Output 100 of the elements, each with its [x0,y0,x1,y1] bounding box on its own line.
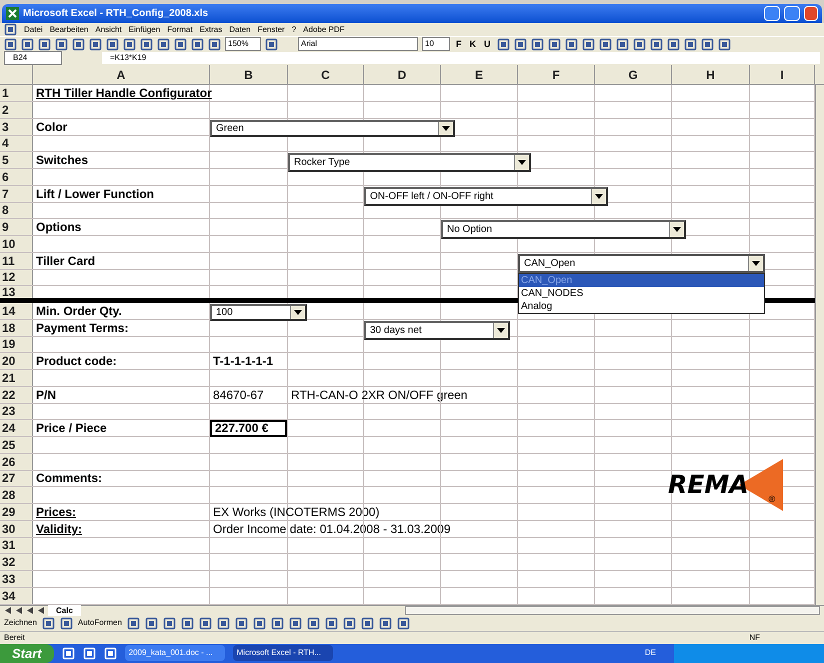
toolbar-icon[interactable] [4,38,17,51]
dropdown-arrow-button[interactable] [748,256,763,271]
toolbar-icon[interactable] [564,38,578,51]
column-header[interactable]: A [33,65,210,84]
quick-launch-icon[interactable] [62,646,75,660]
drawing-tool-icon[interactable] [198,616,212,630]
row-header[interactable]: 25 [0,437,33,453]
menu-item[interactable]: Daten [229,24,251,36]
menu-item[interactable]: Fenster [258,24,285,36]
toolbar-icon[interactable] [632,38,646,51]
menu-item[interactable]: Datei [24,24,43,36]
menu-item[interactable]: ? [292,24,296,36]
help-icon[interactable] [265,38,278,51]
menu-item[interactable]: Einfügen [128,24,160,36]
row-header[interactable]: 23 [0,404,33,420]
column-header[interactable]: H [672,65,750,84]
row-header[interactable]: 26 [0,454,33,470]
row-header[interactable]: 18 [0,320,33,336]
rotate-icon[interactable] [60,616,73,630]
row-header[interactable]: 32 [0,554,33,570]
row-header[interactable]: 4 [0,136,33,152]
drawing-tool-icon[interactable] [378,616,392,630]
draw-menu-button[interactable]: Zeichnen [4,617,37,630]
toolbar-icon[interactable] [684,38,696,51]
drawing-tool-icon[interactable] [162,616,176,630]
dropdown-option[interactable]: CAN_NODES [519,286,764,300]
drawing-tool-icon[interactable] [180,616,194,630]
start-button[interactable]: Start [0,644,54,663]
taskbar-button[interactable]: 2009_kata_001.doc - ... [124,645,225,662]
dropdown-arrow-button[interactable] [290,306,305,320]
dropdown[interactable]: Green [210,120,455,137]
drawing-tool-icon[interactable] [216,616,230,630]
row-header[interactable]: 3 [0,118,33,135]
toolbar-icon[interactable] [598,38,612,51]
toolbar-icon[interactable] [191,38,204,51]
toolbar-icon[interactable] [123,38,136,51]
row-header[interactable]: 12 [0,270,33,286]
row-header[interactable]: 14 [0,303,33,319]
row-header[interactable]: 20 [0,353,33,370]
row-header[interactable]: 24 [0,420,33,436]
toolbar-icon[interactable] [700,38,714,51]
row-header[interactable]: 21 [0,370,33,386]
drawing-tool-icon[interactable] [306,616,320,630]
row-header[interactable]: 13 [0,286,33,298]
font-size-field[interactable]: 10 [422,37,450,52]
drawing-tool-icon[interactable] [234,616,248,630]
toolbar-icon[interactable] [157,38,170,51]
drawing-tool-icon[interactable] [288,616,302,630]
quick-launch-icon[interactable] [104,646,117,660]
row-header[interactable]: 6 [0,169,33,185]
autoshapes-button[interactable]: AutoFormen [78,617,122,630]
dropdown[interactable]: Rocker Type [288,153,531,172]
row-header[interactable]: 1 [0,85,33,102]
toolbar-icon[interactable] [582,38,594,51]
column-header[interactable]: I [750,65,815,84]
toolbar-icon[interactable] [72,38,85,51]
menu-item[interactable]: Format [167,24,193,36]
dropdown[interactable]: 30 days net [364,320,510,340]
formula-field[interactable]: =K13*K19 [102,52,820,64]
dropdown[interactable]: No Option [441,220,686,240]
zoom-field[interactable]: 150% [225,37,261,52]
drawing-tool-icon[interactable] [252,616,266,630]
row-header[interactable]: 30 [0,520,33,537]
dropdown-option[interactable]: Analog [519,300,764,313]
font-field[interactable]: Arial [298,37,418,52]
row-header[interactable]: 28 [0,487,33,504]
vertical-scrollbar[interactable] [815,85,824,605]
column-header[interactable]: D [364,65,441,84]
dropdown[interactable]: CAN_Open [518,254,765,273]
row-header[interactable]: 29 [0,504,33,520]
dropdown-arrow-button[interactable] [438,122,453,135]
column-header[interactable]: B [210,65,288,84]
minimize-button[interactable] [764,6,780,22]
row-header[interactable]: 11 [0,252,33,269]
name-box[interactable]: B24 [4,51,62,66]
sheet-tab[interactable]: Calc [48,604,81,617]
maximize-button[interactable] [784,6,800,22]
row-header[interactable]: 27 [0,470,33,486]
format-button[interactable]: K [468,38,478,52]
drawing-tool-icon[interactable] [360,616,374,630]
toolbar-icon[interactable] [106,38,119,51]
row-header[interactable]: 22 [0,386,33,403]
dropdown-arrow-button[interactable] [591,188,606,204]
menu-item[interactable]: Adobe PDF [303,24,345,36]
toolbar-icon[interactable] [548,38,560,51]
toolbar-icon[interactable] [208,38,221,51]
quick-launch-icon[interactable] [82,646,96,660]
format-button[interactable]: F [454,38,464,52]
menu-item[interactable]: Extras [200,24,222,36]
row-header[interactable]: 8 [0,202,33,218]
toolbar-icon[interactable] [174,38,187,51]
toolbar-icon[interactable] [514,38,526,51]
column-header[interactable]: C [288,65,364,84]
row-header[interactable]: 10 [0,236,33,252]
row-header[interactable]: 2 [0,102,33,118]
dropdown-arrow-button[interactable] [493,322,508,338]
toolbar-icon[interactable] [140,38,153,51]
horizontal-scrollbar[interactable] [404,606,820,616]
workbook-icon[interactable] [4,23,17,36]
row-header[interactable]: 5 [0,152,33,168]
